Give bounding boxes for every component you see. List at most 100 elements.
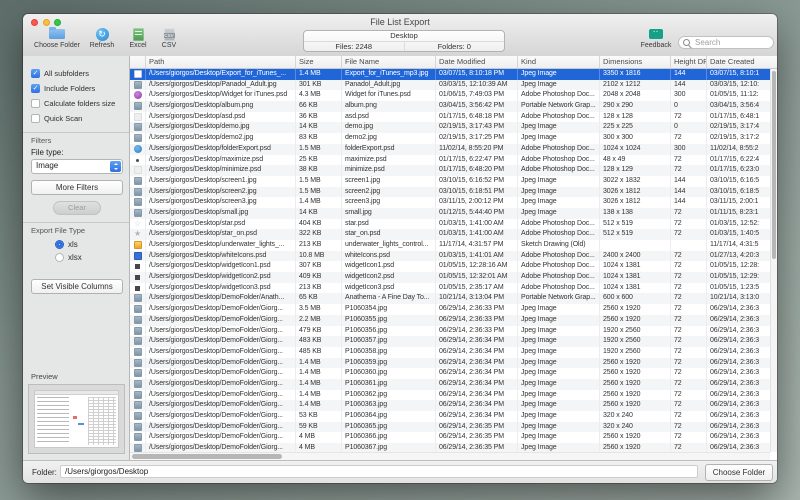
table-row[interactable]: /Users/giorgos/Desktop/widgetIcon1.psd30… bbox=[130, 261, 777, 272]
cell-date-modified: 01/12/15, 5:44:40 PM bbox=[436, 208, 518, 219]
column-header-dimensions[interactable]: Dimensions bbox=[600, 56, 671, 68]
table-row[interactable]: ☆/Users/giorgos/Desktop/star.psd404 KBst… bbox=[130, 219, 777, 230]
table-row[interactable]: /Users/giorgos/Desktop/widgetIcon2.psd40… bbox=[130, 272, 777, 283]
checkbox-quick-scan[interactable]: Quick Scan bbox=[31, 111, 123, 126]
cell-size: 485 KB bbox=[296, 347, 342, 358]
cell-size: 1.4 MB bbox=[296, 390, 342, 401]
table-row[interactable]: /Users/giorgos/Desktop/Widget for iTunes… bbox=[130, 90, 777, 101]
file-starlight-icon: ☆ bbox=[130, 219, 145, 229]
checkbox-include-folders[interactable]: ✓Include Folders bbox=[31, 81, 123, 96]
folder-path-input[interactable] bbox=[60, 465, 698, 478]
choose-folder-button[interactable]: Choose Folder bbox=[705, 464, 773, 481]
table-row[interactable]: /Users/giorgos/Desktop/screen1.jpg1.5 MB… bbox=[130, 176, 777, 187]
table-row[interactable]: /Users/giorgos/Desktop/DemoFolder/Giorg.… bbox=[130, 336, 777, 347]
table-row[interactable]: /Users/giorgos/Desktop/DemoFolder/Giorg.… bbox=[130, 379, 777, 390]
folder-label: Folder: bbox=[32, 468, 57, 477]
set-visible-columns-button[interactable]: Set Visible Columns bbox=[31, 279, 123, 294]
cell-date-modified: 11/17/14, 4:31:57 PM bbox=[436, 240, 518, 251]
table-row[interactable]: /Users/giorgos/Desktop/folderExport.psd1… bbox=[130, 144, 777, 155]
table-row[interactable]: /Users/giorgos/Desktop/DemoFolder/Giorg.… bbox=[130, 304, 777, 315]
cell-kind: Portable Network Grap... bbox=[518, 101, 600, 112]
horizontal-scrollbar[interactable] bbox=[130, 452, 770, 460]
vertical-scrollbar[interactable] bbox=[770, 69, 777, 452]
table-row[interactable]: /Users/giorgos/Desktop/DemoFolder/Giorg.… bbox=[130, 326, 777, 337]
cell-height-dpi: 72 bbox=[671, 283, 707, 294]
radio-dot[interactable] bbox=[55, 253, 64, 262]
cell-icon bbox=[130, 155, 146, 166]
column-header-size[interactable]: Size bbox=[296, 56, 342, 68]
checkbox-all-subfolders[interactable]: ✓All subfolders bbox=[31, 66, 123, 81]
vertical-scrollbar-thumb[interactable] bbox=[772, 71, 776, 259]
radio-dot[interactable] bbox=[55, 240, 64, 249]
column-header-kind[interactable]: Kind bbox=[518, 56, 600, 68]
cell-file-name: P1060364.jpg bbox=[342, 411, 436, 422]
more-filters-button[interactable]: More Filters bbox=[31, 180, 123, 195]
table-row[interactable]: /Users/giorgos/Desktop/DemoFolder/Giorg.… bbox=[130, 368, 777, 379]
table-row[interactable]: /Users/giorgos/Desktop/small.jpg14 KBsma… bbox=[130, 208, 777, 219]
checkbox-box[interactable]: ✓ bbox=[31, 84, 40, 93]
choose-folder-toolbar-button[interactable]: Choose Folder bbox=[33, 27, 81, 49]
table-row[interactable]: /Users/giorgos/Desktop/screen2.jpg1.5 MB… bbox=[130, 187, 777, 198]
cell-file-name: P1060363.jpg bbox=[342, 400, 436, 411]
checkbox-box[interactable]: ✓ bbox=[31, 69, 40, 78]
table-row[interactable]: /Users/giorgos/Desktop/DemoFolder/Giorg.… bbox=[130, 422, 777, 433]
files-count: Files: 2248 bbox=[304, 42, 404, 52]
radio-xlsx[interactable]: xlsx bbox=[31, 251, 123, 264]
file-type-select[interactable]: Image bbox=[31, 159, 123, 174]
excel-export-button[interactable]: Excel bbox=[123, 27, 153, 49]
column-header-path[interactable]: Path bbox=[146, 56, 296, 68]
table-row[interactable]: /Users/giorgos/Desktop/screen3.jpg1.4 MB… bbox=[130, 197, 777, 208]
table-row[interactable]: /Users/giorgos/Desktop/Export_for_iTunes… bbox=[130, 69, 777, 80]
table-body: /Users/giorgos/Desktop/Export_for_iTunes… bbox=[130, 69, 777, 452]
cell-icon bbox=[130, 411, 146, 422]
table-row[interactable]: /Users/giorgos/Desktop/whiteIcons.psd10.… bbox=[130, 251, 777, 262]
cell-path: /Users/giorgos/Desktop/screen1.jpg bbox=[146, 176, 296, 187]
table-row[interactable]: ★/Users/giorgos/Desktop/star_on.psd322 K… bbox=[130, 229, 777, 240]
feedback-button[interactable]: ·· Feedback bbox=[635, 27, 677, 49]
table-row[interactable]: /Users/giorgos/Desktop/demo2.jpg83 KBdem… bbox=[130, 133, 777, 144]
table-row[interactable]: /Users/giorgos/Desktop/asd.psd36 KBasd.p… bbox=[130, 112, 777, 123]
table-row[interactable]: /Users/giorgos/Desktop/DemoFolder/Giorg.… bbox=[130, 411, 777, 422]
checkbox-box[interactable] bbox=[31, 99, 40, 108]
cell-path: /Users/giorgos/Desktop/star.psd bbox=[146, 219, 296, 230]
table-row[interactable]: /Users/giorgos/Desktop/DemoFolder/Giorg.… bbox=[130, 432, 777, 443]
cell-kind: Jpeg Image bbox=[518, 432, 600, 443]
search-input[interactable] bbox=[678, 36, 774, 49]
cell-icon bbox=[130, 283, 146, 294]
table-row[interactable]: /Users/giorgos/Desktop/DemoFolder/Giorg.… bbox=[130, 443, 777, 452]
cell-dimensions: 2560 x 1920 bbox=[600, 368, 671, 379]
cell-size: 10.8 MB bbox=[296, 251, 342, 262]
table-row[interactable]: /Users/giorgos/Desktop/maximize.psd25 KB… bbox=[130, 155, 777, 166]
table-row[interactable]: /Users/giorgos/Desktop/DemoFolder/Giorg.… bbox=[130, 400, 777, 411]
table-row[interactable]: /Users/giorgos/Desktop/demo.jpg14 KBdemo… bbox=[130, 122, 777, 133]
cell-path: /Users/giorgos/Desktop/DemoFolder/Giorg.… bbox=[146, 443, 296, 452]
table-row[interactable]: /Users/giorgos/Desktop/underwater_lights… bbox=[130, 240, 777, 251]
table-row[interactable]: /Users/giorgos/Desktop/Panadol_Adult.jpg… bbox=[130, 80, 777, 91]
table-row[interactable]: /Users/giorgos/Desktop/DemoFolder/Giorg.… bbox=[130, 347, 777, 358]
table-row[interactable]: /Users/giorgos/Desktop/DemoFolder/Giorg.… bbox=[130, 358, 777, 369]
cell-file-name: P1060366.jpg bbox=[342, 432, 436, 443]
checkbox-box[interactable] bbox=[31, 114, 40, 123]
column-header-file-name[interactable]: File Name bbox=[342, 56, 436, 68]
column-header-date-modified[interactable]: Date Modified bbox=[436, 56, 518, 68]
clear-button[interactable]: Clear bbox=[53, 201, 101, 215]
column-header-date-created[interactable]: Date Created bbox=[707, 56, 777, 68]
table-row[interactable]: /Users/giorgos/Desktop/DemoFolder/Giorg.… bbox=[130, 315, 777, 326]
horizontal-scrollbar-thumb[interactable] bbox=[132, 454, 282, 459]
column-header-icon[interactable] bbox=[130, 56, 146, 68]
table-row[interactable]: /Users/giorgos/Desktop/widgetIcon3.psd21… bbox=[130, 283, 777, 294]
table-row[interactable]: /Users/giorgos/Desktop/DemoFolder/Giorg.… bbox=[130, 390, 777, 401]
app-window: File List Export Choose Folder ↻ Refresh… bbox=[23, 14, 777, 483]
cell-kind: Jpeg Image bbox=[518, 197, 600, 208]
table-row[interactable]: /Users/giorgos/Desktop/album.png66 KBalb… bbox=[130, 101, 777, 112]
cell-height-dpi: 72 bbox=[671, 411, 707, 422]
preview-label: Preview bbox=[31, 372, 58, 381]
table-row[interactable]: /Users/giorgos/Desktop/DemoFolder/Anath.… bbox=[130, 293, 777, 304]
column-header-height-dpi[interactable]: Height DPI bbox=[671, 56, 707, 68]
csv-export-button[interactable]: CSV CSV bbox=[155, 27, 183, 49]
refresh-button[interactable]: ↻ Refresh bbox=[85, 27, 119, 49]
checkbox-calculate-folders-size[interactable]: Calculate folders size bbox=[31, 96, 123, 111]
table-row[interactable]: /Users/giorgos/Desktop/minimize.psd38 KB… bbox=[130, 165, 777, 176]
cell-file-name: star.psd bbox=[342, 219, 436, 230]
radio-xls[interactable]: xls bbox=[31, 238, 123, 251]
